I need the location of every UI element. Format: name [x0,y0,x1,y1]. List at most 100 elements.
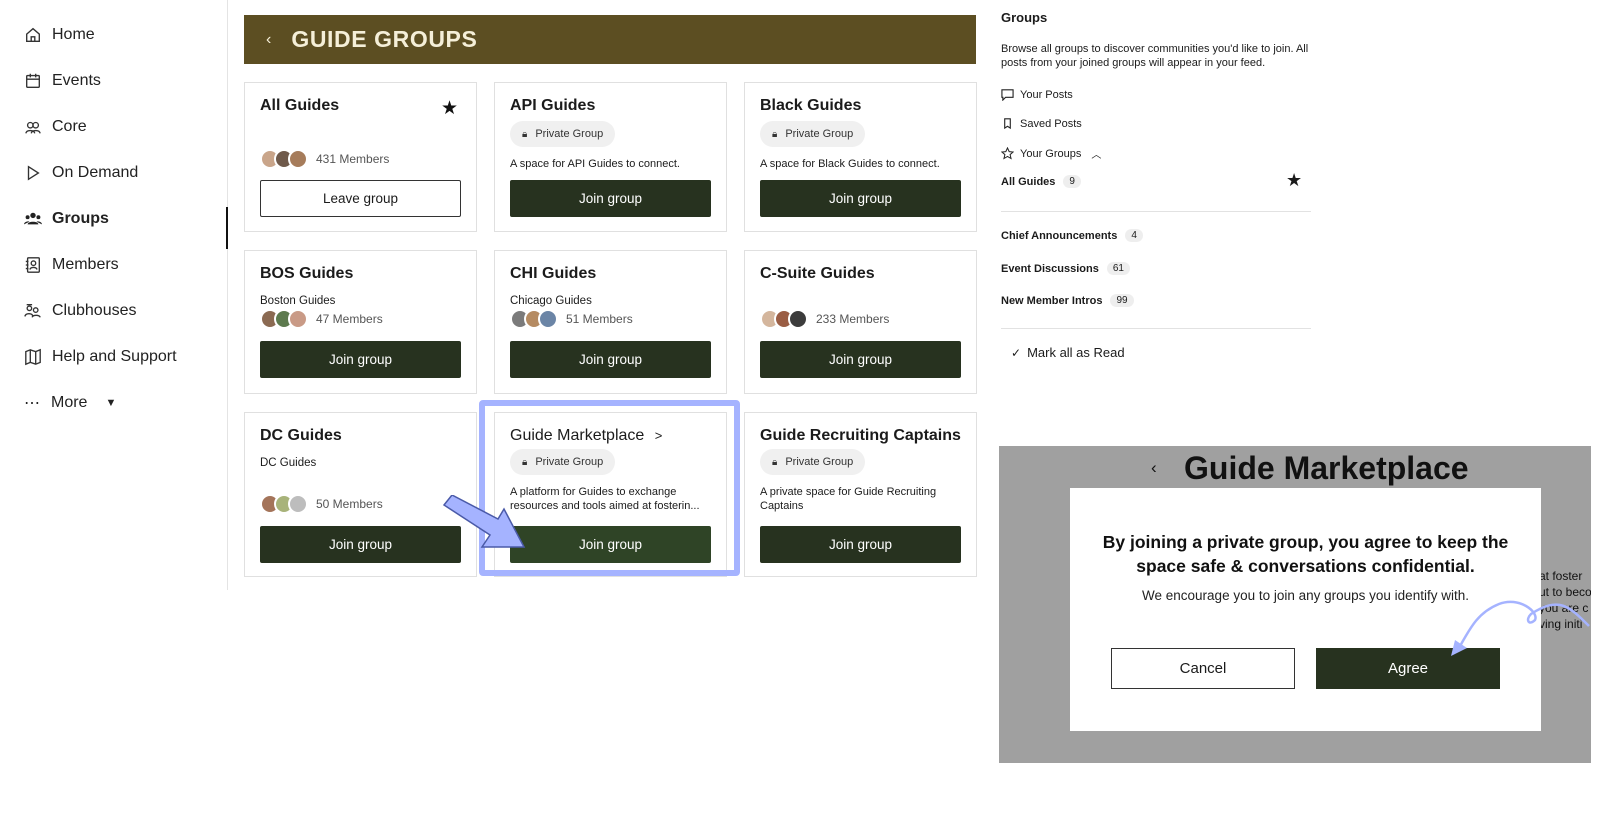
members-icon [25,257,40,273]
member-count: 51 Members [566,312,633,326]
avatar [538,309,558,329]
nav-label-home: Home [52,26,95,43]
badge-label: Private Group [535,456,604,468]
join-group-button[interactable]: Join group [760,180,961,217]
nav-label-core: Core [52,118,87,135]
join-group-button[interactable]: Join group [760,526,961,563]
nav-item-events[interactable]: Events [24,66,101,96]
back-chevron-icon[interactable]: ‹ [266,31,271,49]
group-card-api-guides[interactable]: API Guides 🔒︎ Private Group A space for … [494,82,727,232]
private-group-badge: 🔒︎ Private Group [510,121,616,147]
your-groups-toggle[interactable]: Your Groups ︿ [1001,146,1101,161]
lock-icon: 🔒︎ [522,128,528,140]
group-card-all-guides[interactable]: All Guides ★ 431 Members Leave group [244,82,477,232]
mark-all-read-button[interactable]: ✓ Mark all as Read [1011,345,1125,360]
group-card-black-guides[interactable]: Black Guides 🔒︎ Private Group A space fo… [744,82,977,232]
link-label: Saved Posts [1020,117,1082,130]
card-title: Guide Recruiting Captains [760,427,961,444]
group-card-guide-recruiting-captains[interactable]: Guide Recruiting Captains 🔒︎ Private Gro… [744,412,977,577]
clubhouses-icon [24,304,41,318]
comment-icon [1001,89,1014,101]
dialog-title: By joining a private group, you agree to… [1102,532,1509,576]
group-count-badge: 61 [1106,262,1130,275]
card-title: C-Suite Guides [760,265,875,282]
member-count: 50 Members [316,497,383,511]
card-title: All Guides [260,97,340,114]
lock-icon: 🔒︎ [772,456,778,468]
background-page-title: Guide Marketplace [1184,450,1469,486]
link-label: Your Groups [1020,147,1082,160]
play-icon [27,165,40,181]
card-description: A platform for Guides to exchange resour… [510,486,700,512]
badge-label: Private Group [535,128,604,140]
nav-label-groups: Groups [52,210,109,227]
avatar [288,149,308,169]
member-count: 233 Members [816,312,890,326]
group-count-badge: 99 [1110,294,1134,307]
cancel-button[interactable]: Cancel [1111,648,1295,689]
groups-icon [24,212,42,225]
member-avatars: 233 Members [760,309,889,329]
group-item-new-member-intros[interactable]: New Member Intros 99 [1001,294,1134,307]
your-posts-link[interactable]: Your Posts [1001,88,1073,101]
nav-label-clubhouses: Clubhouses [52,302,137,319]
saved-posts-link[interactable]: Saved Posts [1001,117,1082,130]
card-title: Black Guides [760,97,862,114]
nav-item-members[interactable]: Members [24,250,119,280]
private-group-badge: 🔒︎ Private Group [760,449,866,475]
group-name: New Member Intros [1001,294,1103,307]
leave-group-button[interactable]: Leave group [260,180,461,217]
panel-description: Browse all groups to discover communitie… [1001,43,1309,69]
lock-icon: 🔒︎ [772,128,778,140]
nav-item-home[interactable]: Home [24,20,95,50]
card-title: Guide Marketplace > [510,427,662,445]
join-group-button[interactable]: Join group [260,341,461,378]
nav-item-clubhouses[interactable]: Clubhouses [24,296,137,326]
star-filled-icon[interactable]: ★ [1286,170,1302,191]
mark-all-read-label: Mark all as Read [1027,345,1125,360]
card-title: DC Guides [260,427,342,444]
nav-item-groups[interactable]: Groups [24,204,109,234]
background-text-line: at foster [1539,569,1583,583]
divider [1001,328,1311,329]
join-group-button[interactable]: Join group [260,526,461,563]
star-filled-icon[interactable]: ★ [441,97,458,120]
card-subtitle: DC Guides [260,457,317,469]
avatar [788,309,808,329]
map-icon [25,348,41,366]
nav-item-help[interactable]: Help and Support [24,342,177,372]
join-group-button[interactable]: Join group [510,341,711,378]
caret-down-icon: ▼ [105,397,117,409]
lock-icon: 🔒︎ [522,456,528,468]
calendar-icon [26,73,40,88]
group-item-all-guides[interactable]: All Guides 9 [1001,175,1081,188]
group-item-chief-announcements[interactable]: Chief Announcements 4 [1001,229,1143,242]
nav-label-members: Members [52,256,119,273]
bookmark-icon [1004,118,1011,130]
nav-label-more: More [51,394,88,411]
group-item-event-discussions[interactable]: Event Discussions 61 [1001,262,1130,275]
home-icon [26,27,40,42]
join-group-button[interactable]: Join group [510,526,711,563]
card-title-text: Guide Marketplace [510,427,645,444]
nav-item-more[interactable]: ⋯ More ▼ [24,388,116,418]
badge-label: Private Group [785,128,854,140]
group-card-c-suite-guides[interactable]: C-Suite Guides 233 Members Join group [744,250,977,394]
join-group-button[interactable]: Join group [760,341,961,378]
core-icon [25,121,41,134]
private-group-badge: 🔒︎ Private Group [510,449,616,475]
star-outline-icon [1001,147,1014,160]
nav-item-core[interactable]: Core [24,112,87,142]
divider [1001,211,1311,212]
join-group-button[interactable]: Join group [510,180,711,217]
page-title: GUIDE GROUPS [291,26,478,52]
modal-overlay: ‹ Guide Marketplace at foster ut to beco… [999,446,1591,763]
group-card-bos-guides[interactable]: BOS Guides Boston Guides 47 Members Join… [244,250,477,394]
card-subtitle: Chicago Guides [510,295,592,307]
group-card-chi-guides[interactable]: CHI Guides Chicago Guides 51 Members Joi… [494,250,727,394]
nav-item-on-demand[interactable]: On Demand [24,158,138,188]
page-banner: ‹ GUIDE GROUPS [244,15,976,64]
chevron-up-icon: ︿ [1091,150,1102,161]
member-avatars: 51 Members [510,309,633,329]
avatar [288,494,308,514]
